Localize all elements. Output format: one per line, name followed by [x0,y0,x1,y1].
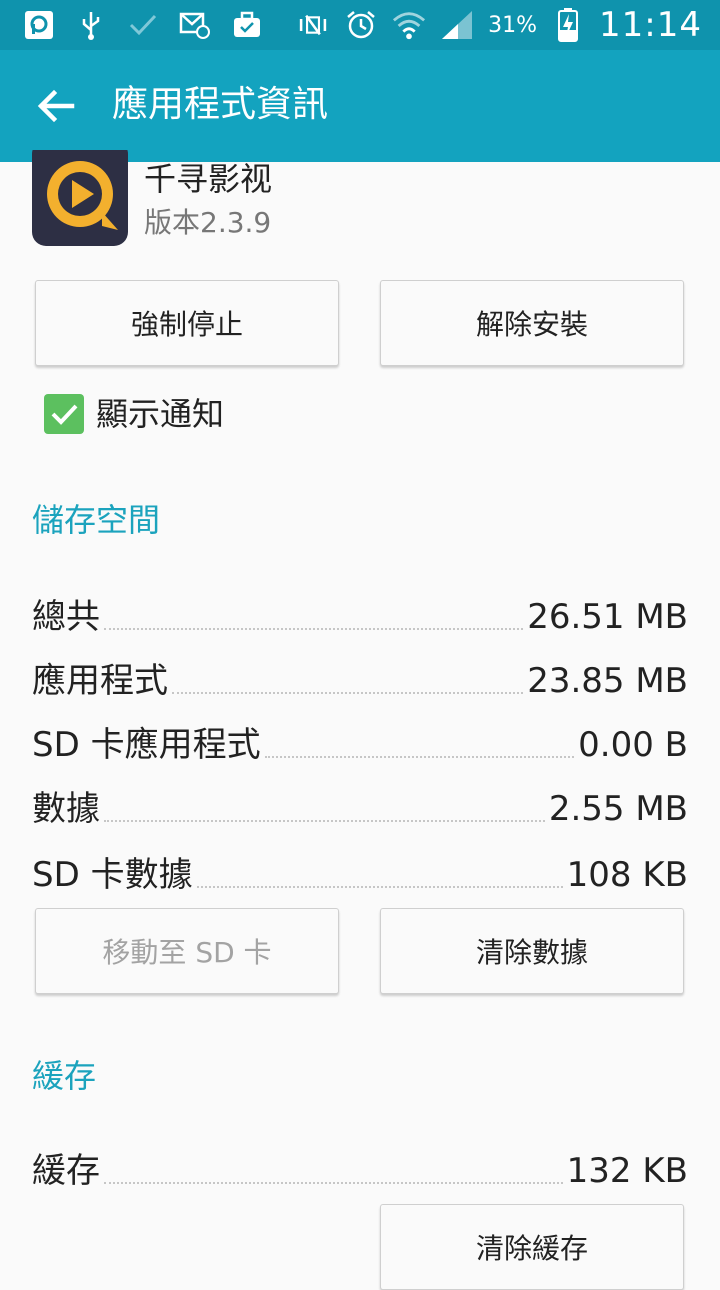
status-time: 11:14 [599,5,702,45]
app-bar: 應用程式資訊 [0,50,720,162]
signal-icon [440,8,474,42]
cache-section-header: 緩存 [32,1057,97,1095]
status-bar-left [22,8,264,42]
storage-row-label: 應用程式 [32,661,168,701]
dotted-leader [104,820,545,822]
briefcase-icon [230,8,264,42]
storage-row-value: 0.00 B [578,725,688,765]
check-icon [126,8,160,42]
storage-row-value: 26.51 MB [527,597,688,637]
app-name: 千寻影视 [144,160,273,198]
storage-row-app: 應用程式 23.85 MB [32,652,688,704]
battery-charging-icon [551,8,585,42]
back-arrow-icon[interactable] [34,84,78,128]
storage-row-label: SD 卡數據 [32,855,193,895]
status-bar-right: 31% 11:14 [296,5,702,45]
clear-cache-button[interactable]: 清除緩存 [380,1204,684,1290]
email-icon [178,8,212,42]
dotted-leader [264,756,575,758]
storage-row-sd-app: SD 卡應用程式 0.00 B [32,716,688,768]
cache-row: 緩存 132 KB [32,1142,688,1194]
storage-row-sd-data: SD 卡數據 108 KB [32,846,688,898]
dotted-leader [196,886,563,888]
storage-row-label: SD 卡應用程式 [32,725,261,765]
app-logo-icon [32,150,128,246]
storage-row-value: 23.85 MB [527,661,688,701]
storage-section-header: 儲存空間 [32,501,161,539]
storage-row-label: 總共 [32,597,100,637]
app-notification-icon [22,8,56,42]
alarm-icon [344,8,378,42]
move-to-sd-button[interactable]: 移動至 SD 卡 [35,908,339,994]
cache-row-label: 緩存 [32,1151,100,1191]
uninstall-button[interactable]: 解除安裝 [380,280,684,366]
dotted-leader [172,692,524,694]
dotted-leader [104,1182,563,1184]
page-title: 應用程式資訊 [112,84,329,125]
usb-icon [74,8,108,42]
storage-row-data: 數據 2.55 MB [32,780,688,832]
show-notification-label: 顯示通知 [96,395,225,433]
clear-data-button[interactable]: 清除數據 [380,908,684,994]
show-notification-checkbox[interactable] [44,394,84,434]
app-version: 版本2.3.9 [144,206,272,239]
storage-row-value: 108 KB [566,855,688,895]
storage-row-total: 總共 26.51 MB [32,588,688,640]
wifi-icon [392,8,426,42]
storage-row-value: 2.55 MB [548,789,688,829]
status-bar: 31% 11:14 [0,0,720,50]
cache-row-value: 132 KB [566,1151,688,1191]
dotted-leader [104,628,524,630]
battery-percent: 31% [488,12,538,38]
mute-vibrate-icon [296,8,330,42]
force-stop-button[interactable]: 強制停止 [35,280,339,366]
checkmark-icon [51,404,78,425]
storage-row-label: 數據 [32,789,100,829]
